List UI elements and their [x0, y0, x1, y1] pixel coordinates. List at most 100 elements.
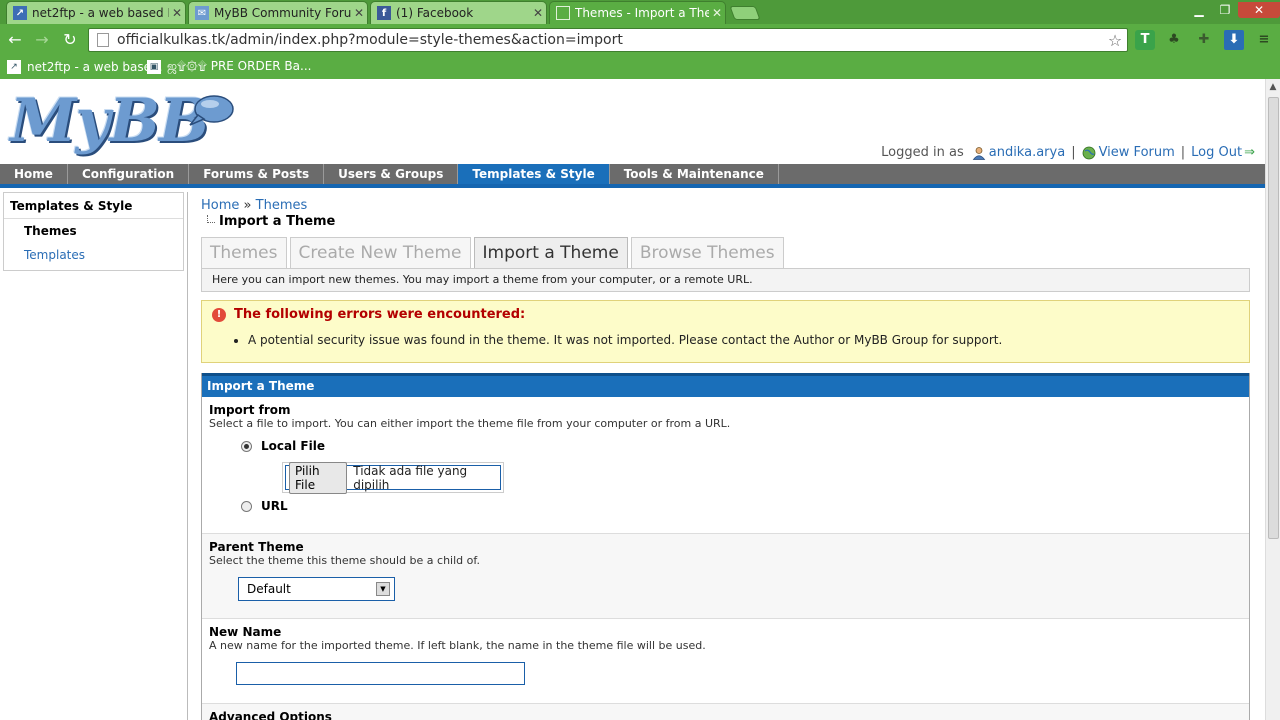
url-radio[interactable]: [241, 500, 252, 512]
error-message: A potential security issue was found in …: [248, 333, 1239, 347]
extension-t-icon[interactable]: T: [1135, 30, 1155, 50]
tab-description: Here you can import new themes. You may …: [201, 268, 1250, 292]
file-input[interactable]: Pilih File Tidak ada file yang dipilih: [285, 461, 501, 494]
url-text: officialkulkas.tk/admin/index.php?module…: [117, 32, 623, 48]
browser-tab-strip: ↗ net2ftp - a web based FTP ✕ ✉ MyBB Com…: [0, 0, 1280, 24]
page-title: Import a Theme: [207, 214, 1250, 229]
scroll-thumb[interactable]: [1268, 97, 1279, 539]
sidebar-title: Templates & Style: [4, 193, 183, 219]
log-out-link[interactable]: Log Out: [1191, 145, 1242, 160]
sidebar-menu: Templates & Style Themes Templates: [3, 192, 184, 271]
local-file-option[interactable]: Local File: [241, 439, 1242, 453]
nav-tools-maintenance[interactable]: Tools & Maintenance: [610, 164, 779, 184]
new-name-desc: A new name for the imported theme. If le…: [209, 639, 706, 652]
view-forum-link[interactable]: View Forum: [1099, 145, 1175, 160]
tab-label: MyBB Community Forums: [214, 6, 351, 20]
address-bar[interactable]: officialkulkas.tk/admin/index.php?module…: [88, 28, 1128, 52]
mybb-logo[interactable]: MyBB: [8, 89, 238, 154]
breadcrumb: Home » Themes: [201, 198, 1250, 213]
ftp-favicon-icon: ↗: [7, 60, 21, 74]
user-bar: Logged in as andika.arya | View Forum | …: [881, 145, 1255, 160]
error-icon: !: [212, 307, 226, 322]
ftp-favicon-icon: ↗: [13, 6, 27, 20]
new-name-label: New Name: [209, 625, 282, 639]
nav-templates-style[interactable]: Templates & Style: [458, 164, 610, 184]
page-viewport: MyBB Logged in as andika.arya | View For…: [0, 79, 1265, 720]
import-from-row: Import from Select a file to import. You…: [202, 397, 1249, 534]
page-title-text: Import a Theme: [219, 214, 336, 229]
error-heading-text: The following errors were encountered:: [234, 307, 526, 322]
tab-facebook[interactable]: f (1) Facebook ✕: [370, 1, 547, 24]
separator: |: [1071, 145, 1076, 160]
parent-theme-label: Parent Theme: [209, 540, 304, 554]
close-icon[interactable]: ✕: [530, 6, 546, 20]
tab-net2ftp[interactable]: ↗ net2ftp - a web based FTP ✕: [6, 1, 186, 24]
tab-themes[interactable]: Themes: [201, 237, 287, 268]
parent-theme-select[interactable]: Default ▼: [238, 577, 395, 601]
scroll-up-icon[interactable]: ▲: [1266, 79, 1280, 95]
breadcrumb-themes[interactable]: Themes: [256, 198, 308, 213]
menu-icon[interactable]: ≡: [1254, 30, 1274, 50]
restore-icon[interactable]: ❐: [1212, 2, 1238, 18]
bookmark-label: ஜ۩۞۩ PRE ORDER Ba...: [167, 59, 312, 73]
new-name-input[interactable]: [236, 662, 525, 685]
separator: |: [1180, 145, 1186, 160]
tab-browse-themes[interactable]: Browse Themes: [630, 237, 784, 268]
tab-create-new-theme[interactable]: Create New Theme: [289, 237, 471, 268]
username-link[interactable]: andika.arya: [989, 145, 1065, 160]
vertical-scrollbar[interactable]: ▲: [1265, 79, 1280, 720]
facebook-favicon-icon: f: [377, 6, 391, 20]
logged-in-label: Logged in as: [881, 145, 964, 160]
nav-users-groups[interactable]: Users & Groups: [324, 164, 459, 184]
download-icon[interactable]: ⬇: [1224, 30, 1244, 50]
bookmark-net2ftp[interactable]: ↗ net2ftp - a web base...: [7, 59, 162, 75]
sidebar-divider: [187, 192, 188, 720]
bookmark-label: net2ftp - a web base...: [27, 60, 163, 74]
tab-label: net2ftp - a web based FTP: [32, 6, 169, 20]
minimize-icon[interactable]: ▁: [1186, 2, 1212, 18]
tab-import-a-theme[interactable]: Import a Theme: [473, 237, 628, 268]
close-icon[interactable]: ✕: [709, 6, 725, 20]
parent-theme-row: Parent Theme Select the theme this theme…: [202, 534, 1249, 619]
new-tab-button[interactable]: [729, 6, 761, 20]
bookmark-star-icon[interactable]: ☆: [1103, 31, 1127, 50]
bookmark-favicon-icon: ▣: [147, 60, 161, 74]
tab-label: (1) Facebook: [396, 6, 474, 20]
sidebar-item-themes[interactable]: Themes: [4, 219, 183, 243]
url-label: URL: [261, 499, 288, 513]
bookmark-pre-order[interactable]: ▣ ஜ۩۞۩ PRE ORDER Ba...: [147, 59, 311, 75]
sidebar-item-templates[interactable]: Templates: [4, 243, 183, 267]
user-icon: [972, 146, 986, 160]
breadcrumb-home[interactable]: Home: [201, 198, 239, 213]
log-out-arrow-icon: ⇒: [1244, 145, 1255, 160]
advanced-options-label: Advanced Options: [209, 710, 332, 720]
main-navigation: Home Configuration Forums & Posts Users …: [0, 164, 1265, 188]
choose-file-button[interactable]: Pilih File: [289, 461, 348, 494]
nav-forums-posts[interactable]: Forums & Posts: [189, 164, 325, 184]
nav-home[interactable]: Home: [0, 164, 68, 184]
mybb-favicon-icon: ✉: [195, 6, 209, 20]
tab-mybb-community[interactable]: ✉ MyBB Community Forums ✕: [188, 1, 368, 24]
error-list: A potential security issue was found in …: [248, 333, 1239, 347]
new-name-row: New Name A new name for the imported the…: [202, 619, 1249, 704]
error-box: ! The following errors were encountered:…: [201, 300, 1250, 363]
window-close-icon[interactable]: ✕: [1238, 2, 1280, 18]
back-icon[interactable]: ←: [5, 30, 25, 50]
close-icon[interactable]: ✕: [351, 6, 367, 20]
reload-icon[interactable]: ↻: [60, 30, 80, 50]
tab-label: Themes - Import a Theme: [575, 6, 709, 20]
local-file-radio[interactable]: [241, 440, 252, 452]
nav-configuration[interactable]: Configuration: [68, 164, 190, 184]
extension-puzzle-icon[interactable]: ✚: [1194, 30, 1214, 50]
import-theme-form: Import a Theme Import from Select a file…: [201, 373, 1250, 720]
close-icon[interactable]: ✕: [169, 6, 185, 20]
tab-import-theme[interactable]: Themes - Import a Theme ✕: [549, 1, 726, 24]
extension-tree-icon[interactable]: ♣: [1164, 30, 1184, 50]
url-option[interactable]: URL: [241, 499, 1242, 513]
import-from-desc: Select a file to import. You can either …: [209, 417, 731, 430]
import-from-label: Import from: [209, 403, 291, 417]
advanced-options-row: Advanced Options: [202, 704, 1249, 720]
forward-icon[interactable]: →: [32, 30, 52, 50]
page-favicon-icon: [556, 6, 570, 20]
local-file-label: Local File: [261, 439, 325, 453]
